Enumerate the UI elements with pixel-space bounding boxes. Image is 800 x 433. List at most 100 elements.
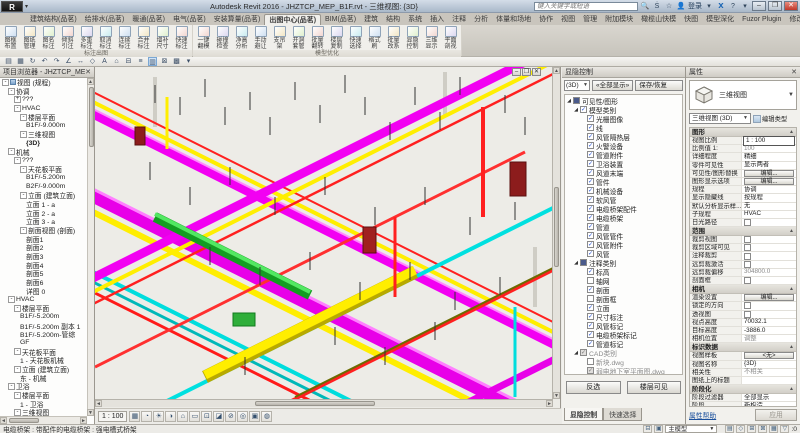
browser-tree-item[interactable]: +???	[0, 95, 87, 104]
ribbon-button-多重标注[interactable]: 多重 标注	[77, 26, 96, 50]
visibility-tree-item[interactable]: ✓立面	[565, 303, 682, 312]
project-browser-vscrollbar[interactable]: ▲ ▼	[87, 78, 94, 416]
view-control-icon-11[interactable]: ◍	[261, 411, 272, 422]
checkbox-checked[interactable]: ✓	[587, 340, 594, 347]
tab-快图[interactable]: 快图	[680, 14, 702, 25]
visibility-tree-item[interactable]: ✓风管隔热层	[565, 132, 682, 141]
collapse-icon[interactable]: -	[8, 383, 15, 390]
visibility-tree-item[interactable]: ✓标高	[565, 267, 682, 276]
visibility-tree-item[interactable]: 剖面框	[565, 294, 682, 303]
ribbon-button-取消标注[interactable]: 取消 标注	[96, 26, 115, 50]
checkbox-checked[interactable]: ✓	[587, 124, 594, 131]
checkbox-checked[interactable]: ✓	[580, 349, 587, 356]
expander-icon[interactable]: ◢	[566, 98, 572, 104]
checkbox-checked[interactable]: ✓	[587, 196, 594, 203]
application-menu-button[interactable]: R	[1, 1, 23, 12]
property-checkbox[interactable]	[744, 236, 751, 243]
ribbon-button-批量翻转[interactable]: 批量 翻转	[308, 26, 327, 50]
ribbon-button-快速选择[interactable]: 快速 选择	[346, 26, 365, 50]
close-hidden-windows-icon[interactable]: ⊠	[160, 57, 169, 66]
checkbox-checked[interactable]: ✓	[580, 106, 587, 113]
worksets-icon[interactable]: ⊟	[643, 425, 652, 433]
invert-selection-button[interactable]: 反选	[566, 381, 621, 394]
visibility-tree-item[interactable]: ✓卫浴装置	[565, 159, 682, 168]
checkbox-checked[interactable]: ✓	[587, 268, 594, 275]
visibility-tree-item[interactable]: ✓尺寸标注	[565, 312, 682, 321]
visibility-tree-item[interactable]: ✓剖面	[565, 285, 682, 294]
tab-出图中心(品茗)[interactable]: 出图中心(品茗)	[264, 14, 321, 25]
visibility-tree-item[interactable]: ◢可见性/图形	[565, 96, 682, 105]
browser-tree-item[interactable]: -协调	[0, 87, 87, 96]
property-value[interactable]: HVAC	[742, 210, 796, 218]
collapse-icon[interactable]: -	[2, 79, 9, 86]
property-edit-button[interactable]: <无>	[744, 352, 794, 359]
collapse-icon[interactable]: -	[14, 409, 21, 416]
collapse-icon[interactable]: -	[20, 192, 27, 199]
browser-tree-item[interactable]: B1F/-5.200m-管综	[0, 330, 87, 339]
property-value[interactable]: 精细	[742, 153, 796, 161]
ribbon-button-图纸管理[interactable]: 图纸 管理	[20, 26, 39, 50]
ribbon-button-平面剖视[interactable]: 平面 剖视	[441, 26, 460, 50]
tab-系统[interactable]: 系统	[404, 14, 426, 25]
property-section-范围[interactable]: 范围▲	[690, 227, 796, 236]
checkbox-checked[interactable]: ✓	[587, 232, 594, 239]
redo-icon[interactable]: ↷	[52, 57, 61, 66]
browser-tree-item[interactable]: 东 - 机械	[0, 373, 87, 382]
browser-tree-item[interactable]: -剖面视图 (剖面)	[0, 226, 87, 235]
checkbox-checked[interactable]: ✓	[587, 367, 594, 374]
checkbox-checked[interactable]: ✓	[587, 241, 594, 248]
show-all-button[interactable]: «全部显示»	[592, 80, 633, 91]
collapse-icon[interactable]: -	[14, 392, 21, 399]
help-search-input[interactable]	[534, 2, 638, 11]
collapse-icon[interactable]: -	[8, 88, 15, 95]
ribbon-button-合并标注[interactable]: 合并 标注	[134, 26, 153, 50]
property-value[interactable]: 100	[742, 145, 796, 153]
checkbox-checked[interactable]: ✓	[587, 304, 594, 311]
panel-tab-显隐控制[interactable]: 显隐控制	[564, 408, 603, 421]
ribbon-button-显隐控制[interactable]: 显隐 控制	[403, 26, 422, 50]
view-type-combo[interactable]: 三维视图 (3D)▼	[689, 113, 751, 124]
browser-tree-item[interactable]: {3D}	[0, 139, 87, 148]
customize-qat-icon[interactable]: ▾	[184, 57, 193, 66]
sign-in-label[interactable]: 登录	[688, 1, 702, 11]
visibility-tree-item[interactable]: 轴网	[565, 276, 682, 285]
browser-tree-item[interactable]: -三维视图	[0, 130, 87, 139]
checkbox-checked[interactable]: ✓	[587, 214, 594, 221]
canvas-vscrollbar[interactable]: ▲ ▼	[552, 67, 560, 399]
section-collapse-icon[interactable]: ▲	[789, 343, 794, 351]
tab-结构[interactable]: 结构	[382, 14, 404, 25]
tab-橄榄山快模[interactable]: 橄榄山快模	[637, 14, 680, 25]
browser-tree-item[interactable]: -楼层平面	[0, 113, 87, 122]
checkbox-checked[interactable]: ✓	[587, 115, 594, 122]
property-checkbox[interactable]	[744, 219, 751, 226]
checkbox-checked[interactable]: ✓	[587, 322, 594, 329]
checkbox-checked[interactable]: ✓	[587, 142, 594, 149]
visibility-tree-item[interactable]: ✓管道标记	[565, 339, 682, 348]
user-icon[interactable]: 👤	[676, 2, 686, 11]
ribbon-button-快速标注[interactable]: 快速 标注	[172, 26, 191, 50]
tab-BIM(品茗)[interactable]: BIM(品茗)	[321, 14, 360, 25]
ribbon-button-三维显示[interactable]: 三维 显示	[422, 26, 441, 50]
filter-icon[interactable]: ▽	[780, 425, 789, 433]
view-window-restore-icon[interactable]: ❐	[522, 68, 531, 76]
ribbon-button-支吊架[interactable]: 支吊 架	[270, 26, 289, 50]
collapse-icon[interactable]: -	[20, 131, 27, 138]
visibility-tree-item[interactable]: ✓光栅图像	[565, 114, 682, 123]
save-icon[interactable]: ▦	[16, 57, 25, 66]
model-canvas[interactable]: – ❐ ✕	[95, 67, 553, 399]
close-button[interactable]: ✕	[784, 1, 798, 11]
browser-tree-item[interactable]: 剖面5	[0, 269, 87, 278]
visibility-tree-item[interactable]: ✓风管	[565, 249, 682, 258]
browser-tree-item[interactable]: -天花板平面	[0, 165, 87, 174]
project-browser-close-icon[interactable]: ✕	[85, 67, 91, 77]
aligned-dimension-icon[interactable]: ↔	[76, 57, 85, 66]
property-value[interactable]: 无	[742, 202, 796, 210]
ribbon-button-开洞套管[interactable]: 开洞 套管	[289, 26, 308, 50]
type-selector[interactable]: 三维视图 ▼	[689, 80, 797, 110]
collapse-icon[interactable]: -	[8, 148, 15, 155]
ribbon-button-图名标注[interactable]: 图名 标注	[39, 26, 58, 50]
property-value[interactable]: -3886.0	[742, 327, 796, 335]
visibility-tree-item[interactable]: ✓电缆桥架配件	[565, 204, 682, 213]
help-icon[interactable]: ?	[728, 2, 738, 11]
browser-tree-item[interactable]: 剖面2	[0, 243, 87, 252]
